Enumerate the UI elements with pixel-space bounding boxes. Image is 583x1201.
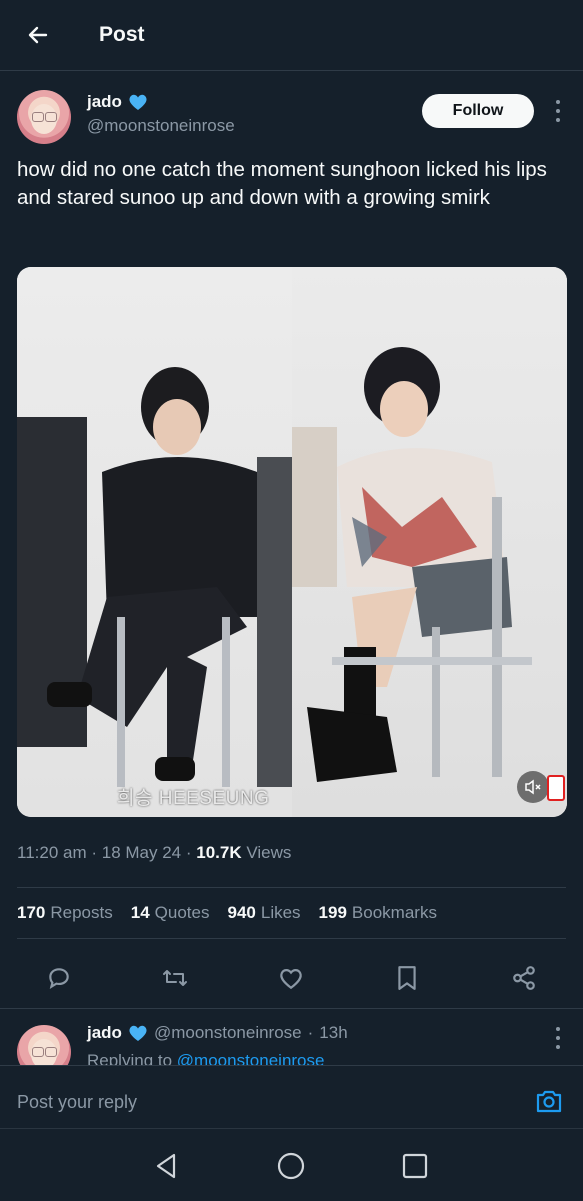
reply-input-placeholder[interactable]: Post your reply [17,1092,137,1113]
stat-likes[interactable]: 940 Likes [227,903,300,923]
nav-recents-icon[interactable] [400,1151,430,1181]
replying-to-handle[interactable]: @moonstoneinrose [177,1051,325,1065]
post-video[interactable]: 희승 HEESEUNG [17,267,567,817]
bookmark-icon[interactable] [393,964,421,992]
engagement-stats: 170 Reposts 14 Quotes 940 Likes 199 Bookmark… [17,903,437,923]
stat-bookmarks[interactable]: 199 Bookmarks [319,903,437,923]
camera-icon[interactable] [535,1088,563,1114]
separator-dot: · [307,1023,314,1042]
video-frame-right [292,267,567,817]
follow-button[interactable]: Follow [422,94,534,128]
divider [17,887,566,888]
reply-author-handle: @moonstoneinrose [153,1023,302,1042]
nav-back-icon[interactable] [152,1151,182,1181]
nav-home-icon[interactable] [276,1151,306,1181]
avatar-glasses-right [45,112,57,122]
seated-person-left-illustration [17,367,292,787]
divider [17,938,566,939]
reply-preview[interactable]: jado @moonstoneinrose · 13h Replying to … [0,1008,583,1065]
stat-label: Likes [260,903,301,922]
author-handle: @moonstoneinrose [87,116,235,135]
author-name-row: jado [87,92,235,112]
post-time: 11:20 am [17,843,87,862]
stat-count: 14 [130,903,150,922]
back-arrow-icon[interactable] [18,15,58,55]
stat-quotes[interactable]: 14 Quotes [131,903,210,923]
action-bar [0,952,583,1002]
avatar-glasses-right [45,1047,57,1057]
reply-age: 13h [319,1023,348,1042]
video-caption: 희승 HEESEUNG [117,788,270,809]
avatar[interactable] [17,1025,71,1065]
blue-heart-icon [129,94,147,110]
reply-author-name: jado [87,1023,122,1042]
views-label: Views [246,843,292,862]
avatar[interactable] [17,90,71,144]
page-title: Post [99,23,145,46]
more-options-icon[interactable] [550,1027,566,1049]
post-text: how did no one catch the moment sunghoon… [17,158,547,209]
views-count: 10.7K [196,843,242,862]
reply-icon[interactable] [45,964,73,992]
like-heart-icon[interactable] [277,964,305,992]
top-bar: Post [0,0,583,71]
more-options-icon[interactable] [550,100,566,122]
author-row: jado @moonstoneinrose Follow [17,90,566,150]
stat-count: 940 [227,903,256,922]
stat-label: Reposts [50,903,113,922]
stat-count: 170 [17,903,46,922]
seated-person-right-illustration [292,347,532,782]
stat-count: 199 [318,903,347,922]
share-icon[interactable] [510,964,538,992]
author-info[interactable]: jado @moonstoneinrose [87,92,235,136]
replying-prefix: Replying to [87,1051,173,1065]
repost-icon[interactable] [161,964,189,992]
post-date: 18 May 24 [101,843,182,862]
author-name: jado [87,92,122,111]
stat-label: Quotes [154,903,210,922]
volume-muted-icon[interactable] [517,771,549,803]
avatar-glasses-left [32,112,44,122]
video-frame-left [17,267,292,817]
stat-reposts[interactable]: 170 Reposts [17,903,113,923]
avatar-glasses-left [32,1047,44,1057]
reply-header: jado @moonstoneinrose · 13h [87,1023,348,1043]
replying-to: Replying to @moonstoneinrose [87,1051,324,1065]
post-meta: 11:20 am · 18 May 24 · 10.7K Views [17,843,292,862]
badge-icon [547,775,565,801]
system-nav-bar [0,1128,583,1201]
stat-label: Bookmarks [351,903,437,922]
blue-heart-icon [129,1025,147,1041]
reply-composer[interactable]: Post your reply [0,1065,583,1128]
